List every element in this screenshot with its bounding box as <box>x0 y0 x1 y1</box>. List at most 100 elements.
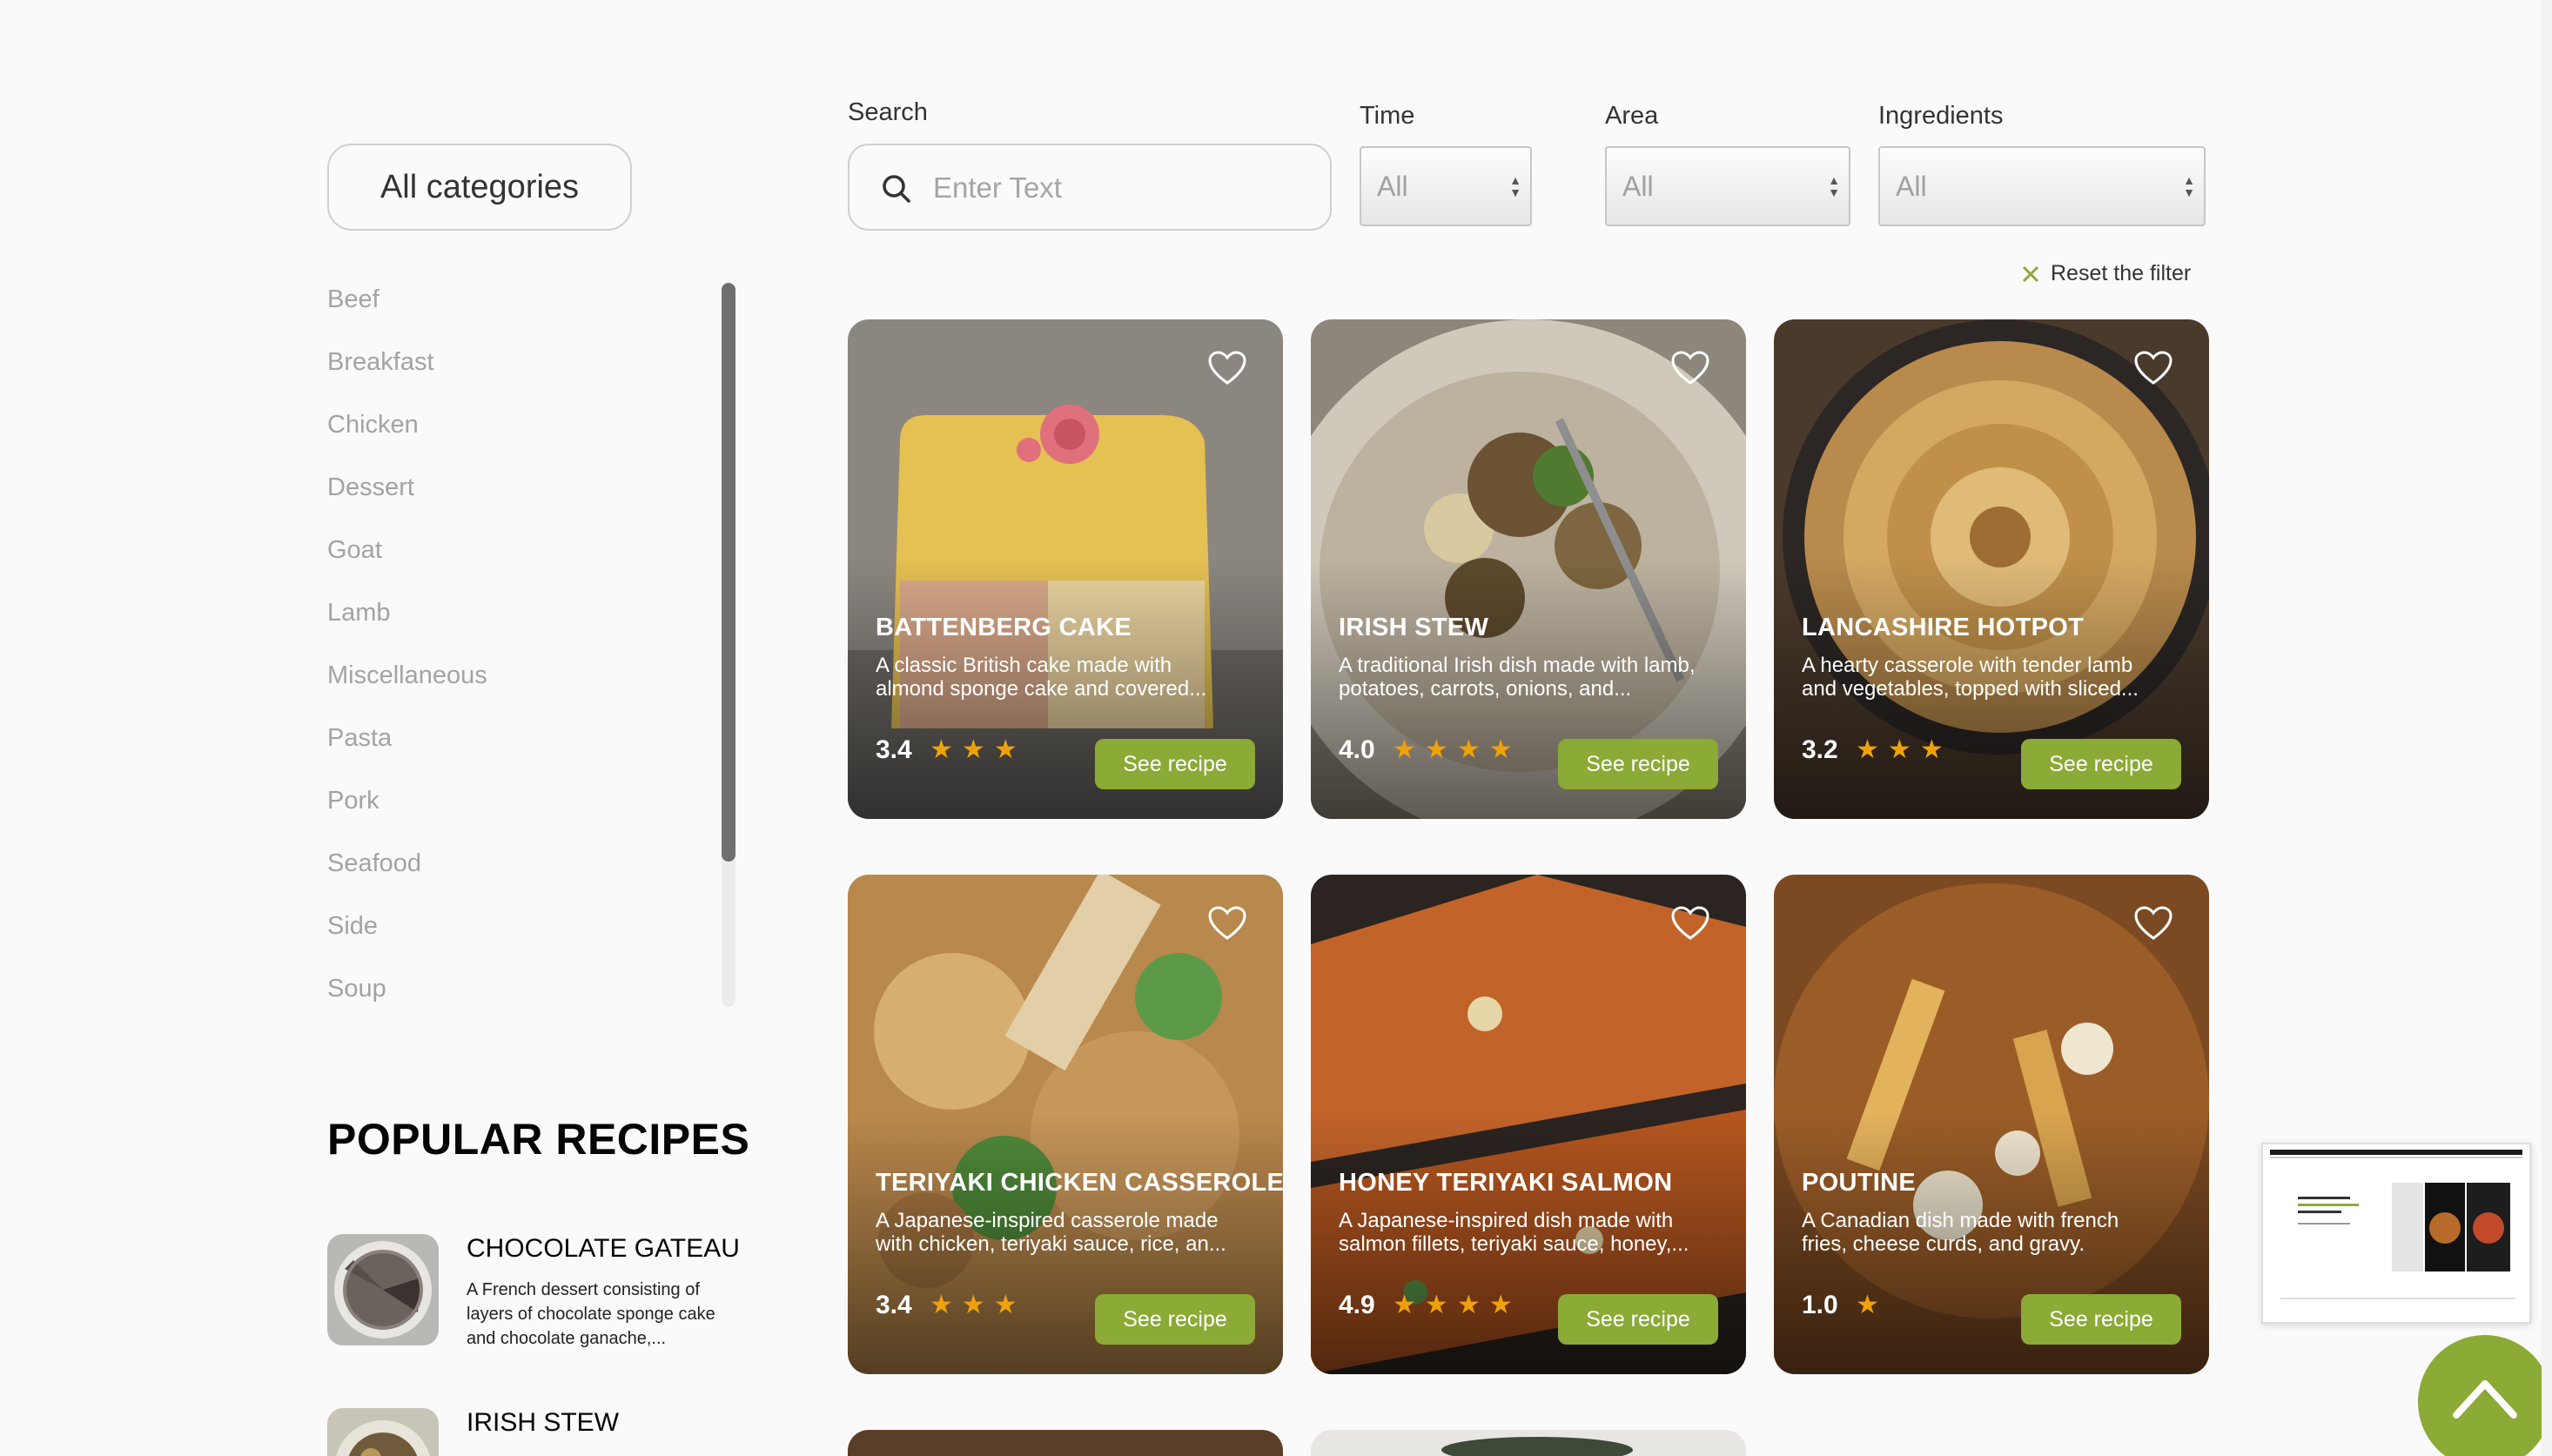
category-item-beef[interactable]: Beef <box>327 282 693 345</box>
recipe-card[interactable]: HONEY TERIYAKI SALMON A Japanese-inspire… <box>1311 875 1746 1374</box>
all-categories-button[interactable]: All categories <box>327 144 632 231</box>
recipe-description: A Japanese-inspired dish made with salmo… <box>1339 1209 1689 1256</box>
star-icon: ★ <box>1424 1291 1448 1319</box>
area-select-value: All <box>1622 171 1654 202</box>
star-icon: ★ <box>1919 735 1944 764</box>
ingredients-select-value: All <box>1896 171 1927 202</box>
recipe-card[interactable]: BATTENBERG CAKE A classic British cake m… <box>848 319 1283 819</box>
recipe-title: HONEY TERIYAKI SALMON <box>1339 1169 1673 1197</box>
select-arrows-icon: ▲ ▼ <box>2183 173 2195 199</box>
star-icon: ★ <box>930 735 953 764</box>
heart-icon[interactable] <box>1671 351 1709 386</box>
recipe-card[interactable]: LANCASHIRE HOTPOT A hearty casserole wit… <box>1774 319 2209 819</box>
recipe-card[interactable]: POUTINE A Canadian dish made with french… <box>1774 875 2209 1374</box>
ingredients-select[interactable]: All ▲ ▼ <box>1878 146 2206 226</box>
search-field[interactable] <box>848 144 1332 231</box>
category-item-seafood[interactable]: Seafood <box>327 846 693 909</box>
recipe-card[interactable] <box>1311 1430 1746 1456</box>
heart-icon[interactable] <box>2134 351 2173 386</box>
star-icon: ★ <box>1488 735 1513 764</box>
recipe-description: A Japanese-inspired casserole made with … <box>876 1209 1226 1256</box>
scroll-to-top-button[interactable] <box>2418 1335 2552 1456</box>
see-recipe-button[interactable]: See recipe <box>2021 739 2181 789</box>
star-icon: ★ <box>993 735 1017 764</box>
recipe-card[interactable]: TERIYAKI CHICKEN CASSEROLE A Japanese-in… <box>848 875 1283 1374</box>
category-item-breakfast[interactable]: Breakfast <box>327 345 693 407</box>
star-icon: ★ <box>1856 1291 1879 1319</box>
recipe-title: BATTENBERG CAKE <box>876 614 1132 641</box>
star-icon: ★ <box>961 735 985 764</box>
heart-icon[interactable] <box>1208 906 1246 941</box>
recipe-title: LANCASHIRE HOTPOT <box>1802 614 2085 641</box>
rating-stars: ★ ★ ★ <box>930 735 1017 765</box>
category-item-soup[interactable]: Soup <box>327 971 693 1013</box>
see-recipe-button[interactable]: See recipe <box>1558 1294 1718 1345</box>
see-recipe-button[interactable]: See recipe <box>1558 739 1718 789</box>
popular-recipe-name[interactable]: IRISH STEW <box>467 1408 619 1438</box>
search-input[interactable] <box>933 164 1299 211</box>
category-list: Beef Breakfast Chicken Dessert Goat Lamb… <box>327 282 693 1013</box>
area-label: Area <box>1605 102 1659 130</box>
category-item-pasta[interactable]: Pasta <box>327 721 693 783</box>
rating-stars: ★ <box>1856 1291 1879 1320</box>
category-item-chicken[interactable]: Chicken <box>327 407 693 470</box>
page-scrollbar[interactable] <box>2542 0 2552 1456</box>
see-recipe-button[interactable]: See recipe <box>1095 739 1255 789</box>
category-item-side[interactable]: Side <box>327 909 693 971</box>
popular-recipe-name[interactable]: CHOCOLATE GATEAU <box>467 1234 740 1264</box>
heart-icon[interactable] <box>1208 351 1246 386</box>
star-icon: ★ <box>961 1291 985 1319</box>
category-item-lamb[interactable]: Lamb <box>327 595 693 658</box>
category-item-dessert[interactable]: Dessert <box>327 470 693 533</box>
time-select[interactable]: All ▲ ▼ <box>1360 146 1532 226</box>
time-select-value: All <box>1377 171 1408 202</box>
recipe-description: A classic British cake made with almond … <box>876 654 1207 701</box>
heart-icon[interactable] <box>2134 906 2173 941</box>
recipe-rating: 4.0 <box>1339 735 1375 764</box>
recipe-description: A hearty casserole with tender lamb and … <box>1802 654 2139 701</box>
recipe-card[interactable]: IRISH STEW A traditional Irish dish made… <box>1311 319 1746 819</box>
rating-stars: ★ ★ ★ <box>930 1291 1017 1320</box>
time-label: Time <box>1360 102 1415 130</box>
select-arrows-icon: ▲ ▼ <box>1828 173 1840 199</box>
reset-filter-button[interactable]: Reset the filter <box>2021 261 2191 286</box>
recipe-rating: 1.0 <box>1802 1291 1838 1319</box>
star-icon: ★ <box>993 1291 1017 1319</box>
recipe-image <box>1441 1437 1633 1456</box>
popular-recipe-thumbnail <box>327 1234 439 1345</box>
search-label: Search <box>848 98 928 126</box>
page-preview-thumbnail[interactable] <box>2261 1143 2531 1324</box>
star-icon: ★ <box>1424 735 1448 764</box>
star-icon: ★ <box>930 1291 953 1319</box>
star-icon: ★ <box>1456 1291 1481 1319</box>
popular-recipe-description: A French dessert consisting of layers of… <box>467 1280 715 1348</box>
popular-recipe-item[interactable]: CHOCOLATE GATEAU A French dessert consis… <box>327 1234 762 1348</box>
category-item-goat[interactable]: Goat <box>327 533 693 595</box>
see-recipe-button[interactable]: See recipe <box>2021 1294 2181 1345</box>
rating-stars: ★ ★ ★ ★ <box>1393 1291 1513 1320</box>
ingredients-label: Ingredients <box>1878 102 2004 130</box>
popular-recipe-thumbnail <box>327 1408 439 1456</box>
category-item-miscellaneous[interactable]: Miscellaneous <box>327 658 693 721</box>
chevron-up-icon <box>2453 1380 2517 1419</box>
search-icon <box>883 175 910 203</box>
rating-stars: ★ ★ ★ <box>1856 735 1944 765</box>
star-icon: ★ <box>1456 735 1481 764</box>
popular-recipe-item[interactable]: IRISH STEW <box>327 1408 762 1456</box>
rating-stars: ★ ★ ★ ★ <box>1393 735 1513 765</box>
star-icon: ★ <box>1488 1291 1513 1319</box>
recipe-card[interactable] <box>848 1430 1283 1456</box>
area-select[interactable]: All ▲ ▼ <box>1605 146 1850 226</box>
see-recipe-button[interactable]: See recipe <box>1095 1294 1255 1345</box>
recipe-description: A traditional Irish dish made with lamb,… <box>1339 654 1696 701</box>
star-icon: ★ <box>1887 735 1911 764</box>
category-scrollbar-thumb[interactable] <box>722 283 735 862</box>
recipe-rating: 3.4 <box>876 735 912 764</box>
category-scrollbar[interactable] <box>722 283 735 1007</box>
star-icon: ★ <box>1856 735 1879 764</box>
category-item-pork[interactable]: Pork <box>327 783 693 846</box>
select-arrows-icon: ▲ ▼ <box>1509 173 1521 199</box>
recipe-title: POUTINE <box>1802 1169 1916 1197</box>
popular-recipes-heading: POPULAR RECIPES <box>327 1115 750 1164</box>
heart-icon[interactable] <box>1671 906 1709 941</box>
